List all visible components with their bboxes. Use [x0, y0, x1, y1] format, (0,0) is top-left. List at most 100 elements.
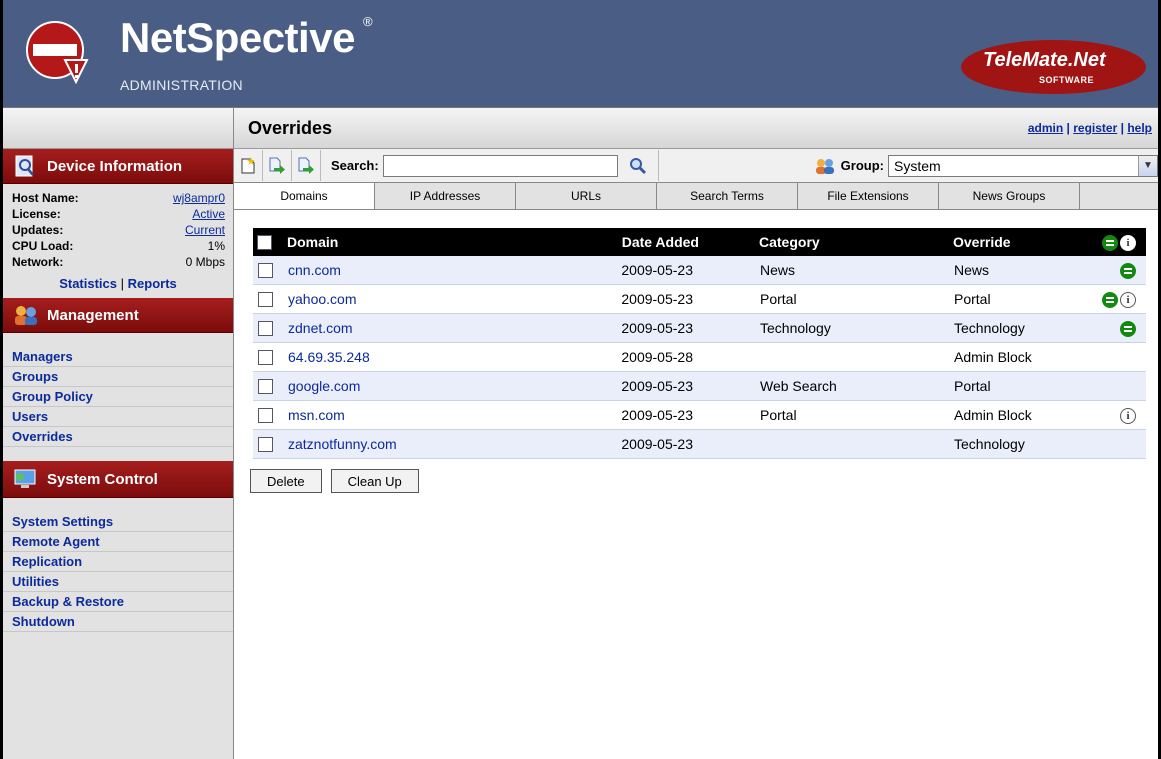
info-icon[interactable]	[1120, 407, 1136, 424]
row-checkbox[interactable]	[258, 292, 273, 308]
tab-search-terms[interactable]: Search Terms	[657, 183, 798, 209]
info-label: License:	[12, 207, 61, 221]
override-cell: Technology	[949, 313, 1079, 343]
nav-shutdown[interactable]: Shutdown	[3, 612, 233, 632]
overrides-table: Domain Date Added Category Override cnn.…	[253, 228, 1146, 459]
domain-cell[interactable]: google.com	[283, 371, 555, 401]
system-control-header: System Control	[3, 461, 233, 498]
info-icon[interactable]	[1120, 234, 1136, 251]
nav-backup-restore[interactable]: Backup & Restore	[3, 592, 233, 612]
equal-icon[interactable]	[1102, 234, 1118, 251]
search-icon	[629, 157, 646, 174]
nav-utilities[interactable]: Utilities	[3, 572, 233, 592]
row-checkbox[interactable]	[258, 379, 273, 395]
registered-mark: ®	[363, 14, 373, 29]
select-all-checkbox[interactable]	[257, 235, 272, 251]
col-date-added[interactable]: Date Added	[555, 228, 755, 256]
domain-cell[interactable]: 64.69.35.248	[283, 342, 555, 372]
brand-subtitle: ADMINISTRATION	[120, 77, 243, 93]
date-cell: 2009-05-23	[555, 400, 755, 430]
tab-news-groups[interactable]: News Groups	[939, 183, 1080, 209]
domain-cell[interactable]: msn.com	[283, 400, 555, 430]
domain-cell[interactable]: zatznotfunny.com	[283, 429, 555, 459]
table-row[interactable]: msn.com 2009-05-23 Portal Admin Block	[253, 400, 1146, 430]
col-category[interactable]: Category	[755, 228, 949, 256]
category-cell: Portal	[755, 400, 949, 430]
partner-logo: TeleMate.Net SOFTWARE	[961, 40, 1146, 94]
link-separator: |	[1120, 121, 1124, 135]
equal-icon[interactable]	[1120, 262, 1136, 279]
nav-system-settings[interactable]: System Settings	[3, 512, 233, 532]
nav-users[interactable]: Users	[3, 407, 233, 427]
sidebar: Device Information Host Name: wj8ampr0 L…	[3, 107, 234, 759]
info-icon[interactable]	[1120, 291, 1136, 308]
users-group-icon	[15, 306, 37, 325]
tab-urls[interactable]: URLs	[516, 183, 657, 209]
nav-replication[interactable]: Replication	[3, 552, 233, 572]
info-row-updates: Updates: Current	[3, 222, 233, 238]
row-checkbox-cell	[253, 256, 283, 285]
row-checkbox[interactable]	[258, 263, 273, 279]
tab-file-extensions[interactable]: File Extensions	[798, 183, 939, 209]
table-row[interactable]: google.com 2009-05-23 Web Search Portal	[253, 371, 1146, 401]
license-link[interactable]: Active	[192, 206, 225, 222]
host-name-link[interactable]: wj8ampr0	[173, 190, 225, 206]
nav-managers[interactable]: Managers	[3, 347, 233, 367]
search-input[interactable]	[382, 154, 618, 177]
nav-remote-agent[interactable]: Remote Agent	[3, 532, 233, 552]
statistics-link[interactable]: Statistics	[59, 276, 117, 291]
import-button[interactable]	[263, 150, 292, 181]
reports-link[interactable]: Reports	[128, 276, 177, 291]
row-checkbox-cell	[253, 342, 283, 372]
equal-icon[interactable]	[1102, 291, 1118, 308]
nav-overrides[interactable]: Overrides	[3, 427, 233, 447]
table-row[interactable]: 64.69.35.248 2009-05-28 Admin Block	[253, 342, 1146, 372]
category-cell: Web Search	[755, 371, 949, 401]
date-cell: 2009-05-28	[555, 342, 755, 372]
clean-up-button[interactable]: Clean Up	[330, 469, 419, 493]
col-domain[interactable]: Domain	[283, 228, 555, 256]
header-checkbox-cell	[253, 228, 283, 256]
device-info-header: Device Information	[3, 149, 233, 184]
table-row[interactable]: cnn.com 2009-05-23 News News	[253, 256, 1146, 285]
updates-link[interactable]: Current	[185, 222, 225, 238]
new-document-icon	[241, 156, 255, 173]
partner-sub: SOFTWARE	[1039, 75, 1094, 85]
table-body: cnn.com 2009-05-23 News News yahoo.com 2009-0…	[253, 256, 1146, 459]
admin-link[interactable]: admin	[1028, 121, 1063, 135]
nav-groups[interactable]: Groups	[3, 367, 233, 387]
tab-ip-addresses[interactable]: IP Addresses	[375, 183, 516, 209]
register-link[interactable]: register	[1073, 121, 1117, 135]
domain-cell[interactable]: cnn.com	[283, 256, 555, 285]
group-users-icon	[815, 158, 834, 174]
export-button[interactable]	[292, 150, 321, 181]
action-buttons: Delete Clean Up	[250, 469, 419, 493]
management-title: Management	[47, 306, 139, 324]
domain-cell[interactable]: yahoo.com	[283, 284, 555, 314]
group-select[interactable]: System ▼	[888, 154, 1158, 177]
toolbar: Search: Group: System ▼	[234, 149, 1158, 183]
help-link[interactable]: help	[1127, 121, 1152, 135]
import-icon	[269, 157, 285, 174]
search-button[interactable]	[618, 150, 659, 181]
table-row[interactable]: zdnet.com 2009-05-23 Technology Technology	[253, 313, 1146, 343]
tab-domains[interactable]: Domains	[234, 183, 375, 209]
nav-group-policy[interactable]: Group Policy	[3, 387, 233, 407]
row-checkbox-cell	[253, 313, 283, 343]
override-cell: Admin Block	[949, 342, 1079, 372]
main-panel: Overrides admin | register | help Search…	[234, 107, 1158, 759]
chevron-down-icon[interactable]: ▼	[1138, 155, 1157, 176]
col-override[interactable]: Override	[949, 228, 1079, 256]
new-override-button[interactable]	[234, 150, 263, 181]
row-checkbox[interactable]	[258, 408, 273, 424]
table-row[interactable]: yahoo.com 2009-05-23 Portal Portal	[253, 284, 1146, 314]
row-checkbox[interactable]	[258, 350, 273, 366]
top-links: admin | register | help	[1028, 121, 1152, 135]
sidebar-top-bar	[3, 107, 233, 149]
delete-button[interactable]: Delete	[250, 469, 322, 493]
domain-cell[interactable]: zdnet.com	[283, 313, 555, 343]
table-row[interactable]: zatznotfunny.com 2009-05-23 Technology	[253, 429, 1146, 459]
row-checkbox[interactable]	[258, 437, 273, 453]
equal-icon[interactable]	[1120, 320, 1136, 337]
row-checkbox[interactable]	[258, 321, 273, 337]
